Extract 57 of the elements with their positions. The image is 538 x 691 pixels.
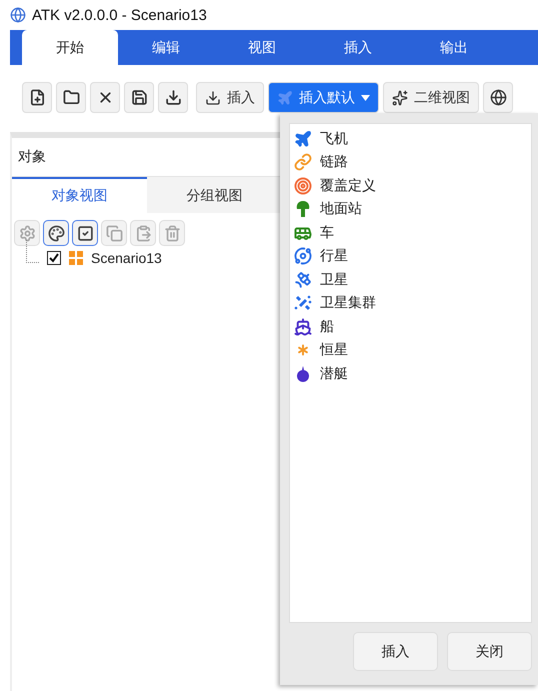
folder-icon bbox=[62, 89, 80, 106]
insert-button[interactable]: 插入 bbox=[353, 632, 438, 671]
save-as-icon bbox=[164, 89, 182, 106]
window-title: ATK v2.0.0.0 - Scenario13 bbox=[32, 6, 207, 24]
grid-icon bbox=[69, 251, 83, 265]
checkbox-icon bbox=[76, 224, 94, 242]
list-item[interactable]: 行星 bbox=[320, 247, 348, 266]
list-item[interactable]: 潜艇 bbox=[320, 364, 348, 383]
paste-icon bbox=[134, 224, 152, 242]
planet-icon bbox=[294, 247, 312, 266]
ribbon-tab[interactable]: 开始 bbox=[22, 30, 118, 65]
list-item[interactable]: 船 bbox=[320, 318, 334, 336]
list-item[interactable]: 恒星 bbox=[320, 341, 348, 360]
save-icon bbox=[130, 89, 148, 106]
ribbon-tab[interactable]: 编辑 bbox=[118, 30, 214, 65]
link-icon bbox=[294, 153, 312, 172]
trash-icon bbox=[164, 224, 180, 242]
close-button[interactable]: 关闭 bbox=[447, 632, 532, 671]
open-button[interactable] bbox=[56, 82, 86, 113]
panel-title: 对象 bbox=[18, 148, 46, 166]
list-item[interactable]: 链路 bbox=[320, 153, 348, 172]
copy-icon bbox=[106, 224, 122, 242]
tree-item[interactable]: Scenario13 bbox=[91, 250, 162, 266]
ribbon-tab[interactable]: 插入 bbox=[310, 30, 406, 65]
ship-icon bbox=[294, 318, 312, 336]
insert-button[interactable]: 插入 bbox=[196, 82, 264, 113]
target-icon bbox=[294, 176, 312, 195]
globe-icon bbox=[490, 89, 506, 106]
list-item[interactable]: 车 bbox=[320, 224, 334, 242]
new-file-icon bbox=[28, 89, 46, 106]
settings-icon bbox=[18, 224, 36, 242]
tree-checkbox[interactable] bbox=[47, 251, 61, 265]
sparkle-icon bbox=[392, 90, 408, 106]
list-item[interactable]: 卫星集群 bbox=[320, 294, 376, 312]
download-icon bbox=[205, 90, 221, 106]
2d-view-button[interactable]: 二维视图 bbox=[383, 82, 479, 113]
panel-tab[interactable]: 分组视图 bbox=[147, 177, 282, 213]
list-item[interactable]: 飞机 bbox=[320, 130, 348, 148]
save-button[interactable] bbox=[124, 82, 154, 113]
caret-icon bbox=[361, 94, 370, 100]
palette-icon bbox=[48, 224, 64, 242]
plane-icon bbox=[294, 130, 312, 148]
ribbon-tab[interactable]: 输出 bbox=[406, 30, 502, 65]
list-item[interactable]: 卫星 bbox=[320, 270, 348, 289]
palette-button[interactable] bbox=[43, 220, 69, 246]
plane-icon bbox=[277, 90, 293, 106]
save-as-button[interactable] bbox=[158, 82, 188, 113]
new-file-button[interactable] bbox=[22, 82, 52, 113]
list-item[interactable]: 覆盖定义 bbox=[320, 176, 376, 195]
insert-default-button[interactable]: 插入默认 bbox=[268, 82, 379, 113]
ribbon-tab[interactable]: 视图 bbox=[214, 30, 310, 65]
close-button[interactable] bbox=[90, 82, 120, 113]
check-button[interactable] bbox=[72, 220, 98, 246]
globe-button[interactable] bbox=[483, 82, 513, 113]
list-item[interactable]: 地面站 bbox=[320, 200, 362, 218]
satellite-icon bbox=[294, 270, 312, 289]
satellites-icon bbox=[294, 294, 312, 312]
